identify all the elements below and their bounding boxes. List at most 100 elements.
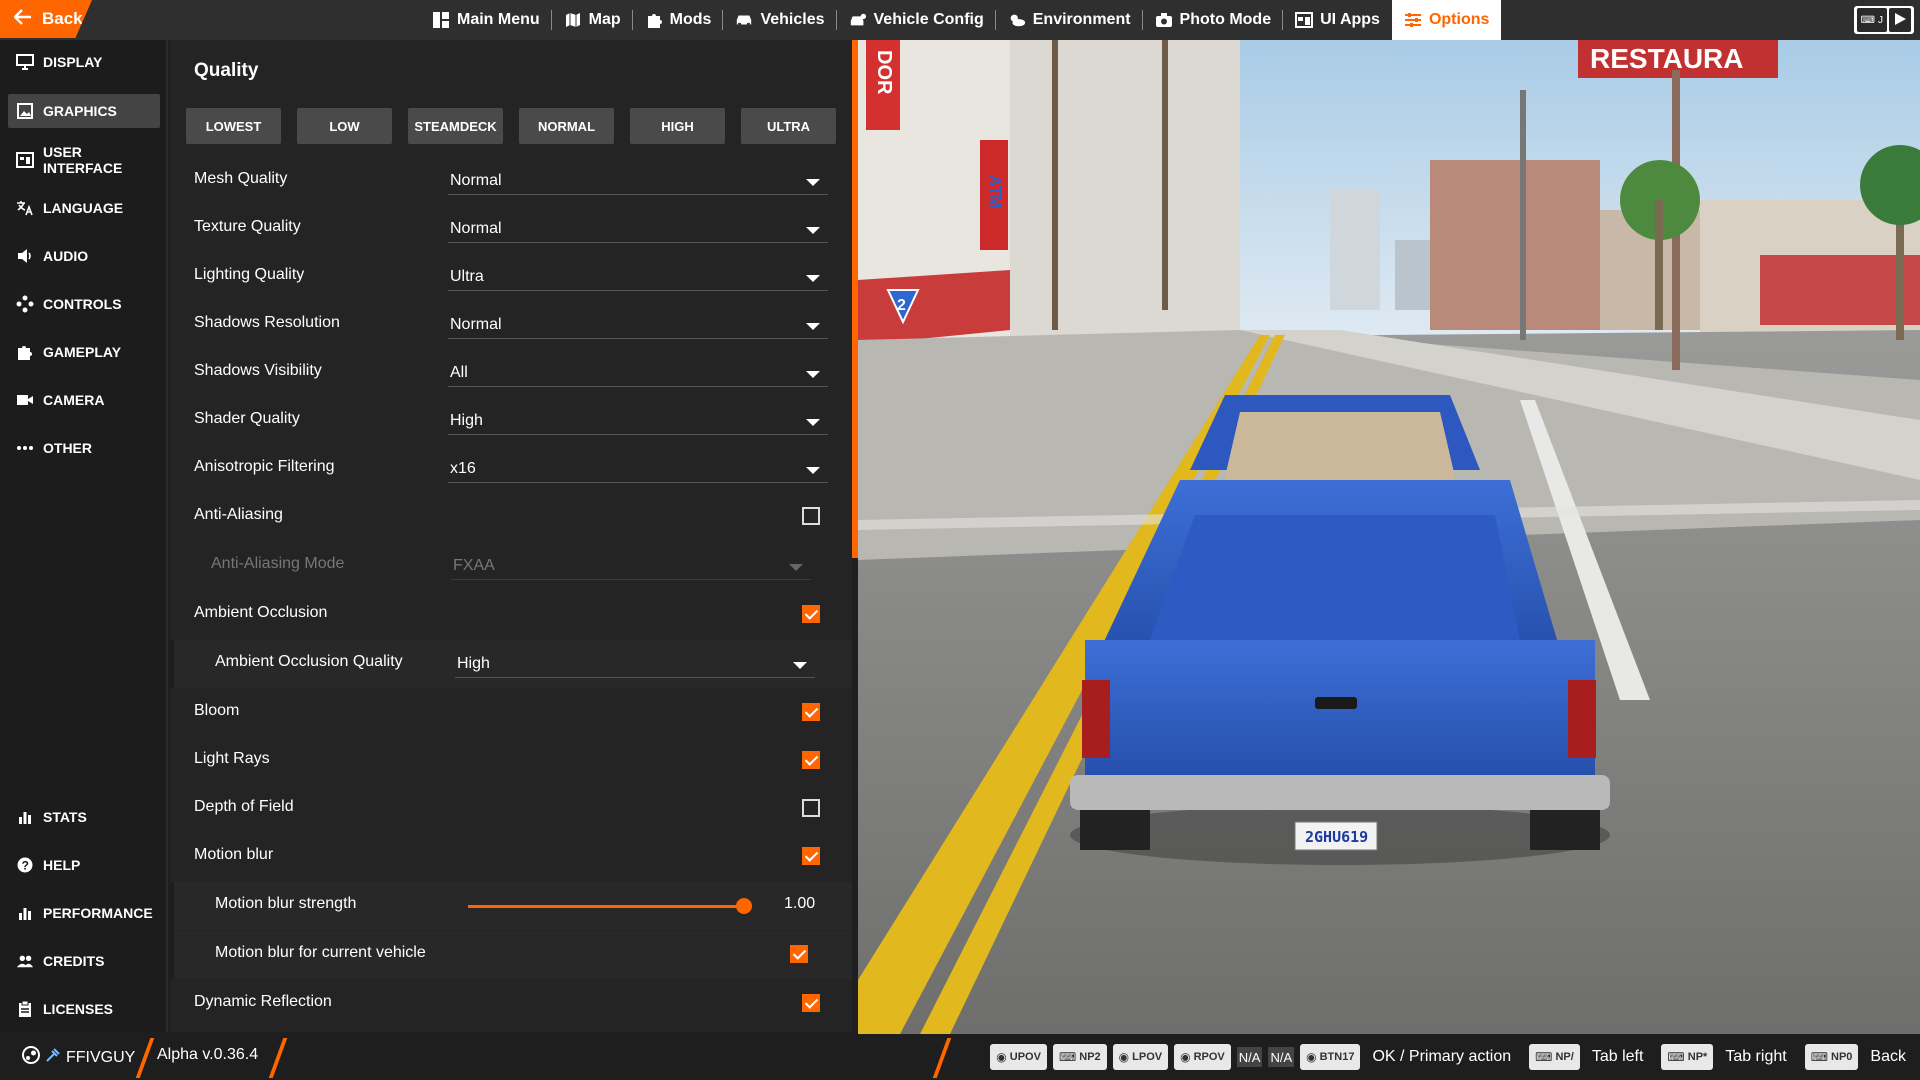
- keyboard-icon: ⌨: [1810, 1050, 1829, 1064]
- shadows-visibility-dropdown[interactable]: All: [448, 361, 828, 387]
- preset-high-button[interactable]: HIGH: [630, 108, 725, 144]
- key-np-star: ⌨ NP*: [1661, 1044, 1714, 1070]
- preset-normal-button[interactable]: NORMAL: [519, 108, 614, 144]
- panel-scrollbar[interactable]: [852, 40, 858, 558]
- keyboard-icon: ⌨: [1667, 1050, 1685, 1064]
- depth-of-field-checkbox[interactable]: [802, 799, 820, 817]
- slider-handle[interactable]: [736, 898, 752, 914]
- mesh-quality-dropdown[interactable]: Normal: [448, 169, 828, 195]
- keyboard-hint-j[interactable]: ⌨ J: [1856, 8, 1887, 32]
- slider-value: 1.00: [784, 895, 816, 912]
- nav-environment[interactable]: Environment: [996, 0, 1143, 40]
- preset-ultra-button[interactable]: ULTRA: [741, 108, 836, 144]
- sidebar-item-stats[interactable]: STATS: [8, 800, 160, 834]
- anisotropic-filtering-dropdown[interactable]: x16: [448, 457, 828, 483]
- user-info[interactable]: FFIVGUY: [22, 1046, 135, 1069]
- restaurant-sign: RESTAURA: [1590, 43, 1743, 74]
- sidebar-item-label: AUDIO: [43, 248, 89, 264]
- back-button-label: Back: [42, 9, 83, 28]
- sidebar-item-label: GRAPHICS: [43, 103, 117, 119]
- keyboard-icon: ⌨: [1535, 1050, 1553, 1064]
- dropdown-value: Ultra: [450, 268, 484, 285]
- hint-tab-left: Tab left: [1591, 1048, 1644, 1065]
- setting-anti-aliasing: Anti-Aliasing: [170, 493, 852, 541]
- preset-lowest-button[interactable]: LOWEST: [186, 108, 281, 144]
- ambient-occlusion-checkbox[interactable]: [802, 605, 820, 623]
- puzzle-icon: [16, 343, 34, 361]
- video-camera-icon: [16, 391, 34, 409]
- sidebar-item-credits[interactable]: CREDITS: [8, 944, 160, 978]
- ui-apps-icon: [1295, 11, 1314, 29]
- display-icon: [16, 53, 34, 71]
- help-icon: ?: [16, 856, 34, 874]
- preset-low-button[interactable]: LOW: [297, 108, 392, 144]
- setting-label: Depth of Field: [194, 798, 294, 815]
- key-label: RPOV: [1193, 1051, 1225, 1063]
- sidebar-item-other[interactable]: OTHER: [8, 431, 160, 465]
- sidebar-item-user-interface[interactable]: USER INTERFACE: [8, 143, 160, 177]
- sidebar-item-graphics[interactable]: GRAPHICS: [8, 94, 160, 128]
- dynamic-reflection-checkbox[interactable]: [802, 994, 820, 1012]
- dropdown-value: x16: [450, 460, 476, 477]
- lighting-quality-dropdown[interactable]: Ultra: [448, 265, 828, 291]
- camera-icon: [1155, 11, 1173, 29]
- texture-quality-dropdown[interactable]: Normal: [448, 217, 828, 243]
- shader-quality-dropdown[interactable]: High: [448, 409, 828, 435]
- sidebar-item-language[interactable]: LANGUAGE: [8, 191, 160, 225]
- nav-mods[interactable]: Mods: [633, 0, 724, 40]
- sidebar-item-performance[interactable]: PERFORMANCE: [8, 896, 160, 930]
- motion-blur-current-vehicle-checkbox[interactable]: [790, 945, 808, 963]
- key-label: NP2: [1079, 1051, 1101, 1063]
- image-icon: [16, 102, 34, 120]
- nav-ui-apps[interactable]: UI Apps: [1283, 0, 1392, 40]
- setting-label: Shadows Resolution: [194, 314, 340, 331]
- nav-map[interactable]: Map: [552, 0, 633, 40]
- keyboard-icon: ⌨: [1860, 14, 1875, 26]
- sidebar-item-camera[interactable]: CAMERA: [8, 383, 160, 417]
- username: FFIVGUY: [66, 1048, 136, 1066]
- sidebar-item-audio[interactable]: AUDIO: [8, 239, 160, 273]
- key-label: J: [1878, 14, 1883, 26]
- top-right-controls: ⌨ J: [1853, 6, 1914, 34]
- ambient-occlusion-quality-dropdown[interactable]: High: [455, 652, 815, 678]
- hint-back: Back: [1870, 1048, 1906, 1065]
- sidebar-item-licenses[interactable]: LICENSES: [8, 992, 160, 1026]
- sidebar-item-help[interactable]: ? HELP: [8, 848, 160, 882]
- weather-icon: [1008, 11, 1026, 29]
- setting-label: Light Rays: [194, 750, 270, 767]
- nav-main-menu[interactable]: Main Menu: [420, 0, 552, 40]
- setting-motion-blur-current-vehicle: Motion blur for current vehicle: [170, 931, 852, 979]
- motion-blur-strength-slider[interactable]: [468, 898, 752, 914]
- nav-label: UI Apps: [1320, 11, 1380, 28]
- shadows-resolution-dropdown[interactable]: Normal: [448, 313, 828, 339]
- nav-options[interactable]: Options: [1391, 0, 1502, 40]
- nav-label: Photo Mode: [1179, 11, 1272, 28]
- main-menu-icon: [432, 11, 450, 29]
- nav-label: Main Menu: [457, 11, 540, 28]
- nav-vehicle-config[interactable]: Vehicle Config: [837, 0, 997, 40]
- nav-vehicles[interactable]: Vehicles: [723, 0, 837, 40]
- motion-blur-checkbox[interactable]: [802, 847, 820, 865]
- arrow-left-icon: [13, 8, 32, 30]
- sidebar-item-label: PERFORMANCE: [43, 905, 153, 921]
- sidebar-item-gameplay[interactable]: GAMEPLAY: [8, 335, 160, 369]
- key-np0: ⌨ NP0: [1804, 1044, 1859, 1070]
- play-button[interactable]: [1889, 8, 1911, 32]
- light-rays-checkbox[interactable]: [802, 751, 820, 769]
- setting-label: Anisotropic Filtering: [194, 458, 335, 475]
- options-sidebar: DISPLAY GRAPHICS USER INTERFACE LANGUAGE…: [0, 40, 168, 1032]
- key-label: BTN17: [1319, 1051, 1355, 1063]
- anti-aliasing-checkbox[interactable]: [802, 507, 820, 525]
- sidebar-item-label: HELP: [43, 857, 81, 873]
- sidebar-item-controls[interactable]: CONTROLS: [8, 287, 160, 321]
- setting-light-rays: Light Rays: [170, 737, 852, 785]
- sidebar-item-label: CAMERA: [43, 392, 105, 408]
- nav-photo-mode[interactable]: Photo Mode: [1143, 0, 1284, 40]
- speaker-icon: [16, 247, 34, 265]
- dropdown-value: All: [450, 364, 468, 381]
- preset-steamdeck-button[interactable]: STEAMDECK: [408, 108, 503, 144]
- bloom-checkbox[interactable]: [802, 703, 820, 721]
- sidebar-item-display[interactable]: DISPLAY: [8, 45, 160, 79]
- play-icon: [1893, 12, 1907, 29]
- back-button[interactable]: Back: [0, 0, 92, 38]
